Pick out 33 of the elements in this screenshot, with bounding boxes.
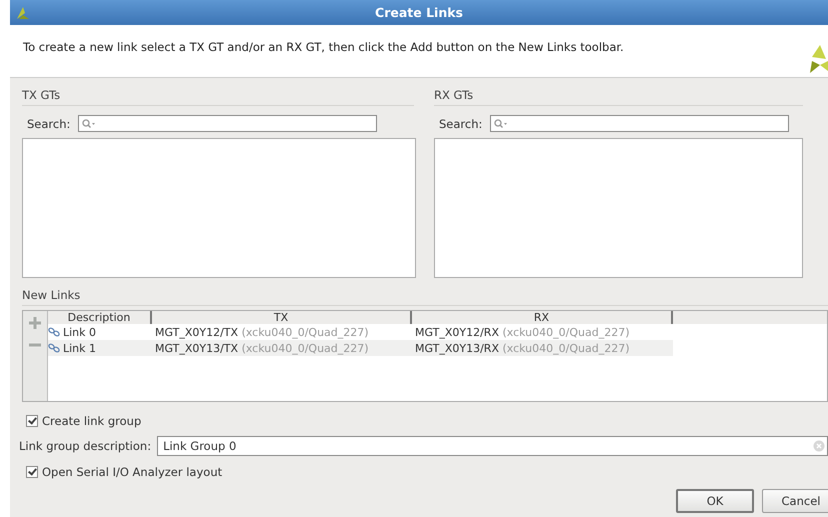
table-cell: MGT_X0Y12/TX (xcku040_0/Quad_227)	[155, 326, 369, 338]
search-field[interactable]	[78, 115, 378, 132]
checkbox[interactable]	[26, 415, 38, 427]
logo-icon	[808, 43, 828, 73]
search-icon	[494, 118, 508, 128]
window-title: Create Links	[375, 5, 463, 20]
search-label: Search:	[439, 116, 482, 130]
add-icon[interactable]	[29, 317, 41, 329]
checkbox-label: Open Serial I/O Analyzer layout	[42, 465, 222, 479]
section-title: RX GTs	[434, 88, 803, 106]
ok-button[interactable]: OK	[676, 489, 754, 513]
gt-list[interactable]	[434, 138, 803, 278]
table-cell: Link 1	[63, 342, 96, 354]
section-title: New Links	[22, 288, 828, 306]
link-icon	[48, 327, 60, 337]
search-icon	[82, 118, 96, 128]
checkbox[interactable]	[26, 466, 38, 478]
table-cell: MGT_X0Y13/TX (xcku040_0/Quad_227)	[155, 342, 369, 354]
link-icon	[48, 343, 60, 353]
search-label: Search:	[27, 116, 70, 130]
table-cell: Link 0	[63, 326, 96, 338]
input-field[interactable]: Link Group 0	[157, 436, 828, 456]
gt-list[interactable]	[22, 138, 416, 278]
checkbox-label: Create link group	[42, 414, 142, 428]
logo-icon	[15, 5, 31, 21]
table-cell: MGT_X0Y13/RX (xcku040_0/Quad_227)	[415, 342, 630, 354]
table-cell: MGT_X0Y12/RX (xcku040_0/Quad_227)	[415, 326, 630, 338]
section-title: TX GTs	[22, 88, 414, 106]
clear-icon[interactable]	[813, 440, 825, 452]
field-label: Link group description:	[19, 439, 152, 453]
instructions-text: To create a new link select a TX GT and/or an RX GT, then click the Add button on the New Links toolbar.	[23, 40, 624, 54]
cancel-button[interactable]: Cancel	[762, 489, 828, 513]
search-field[interactable]	[490, 115, 790, 132]
